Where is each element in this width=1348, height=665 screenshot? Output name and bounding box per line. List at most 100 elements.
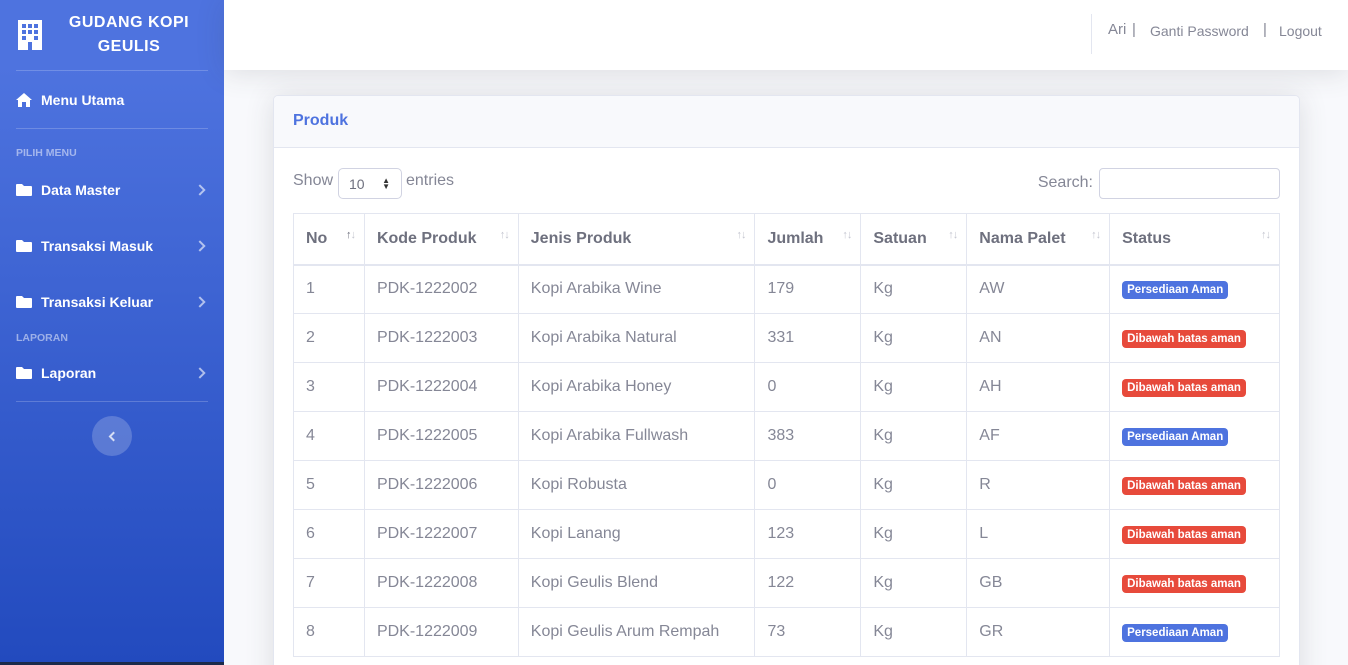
- cell-no: 5: [293, 460, 365, 510]
- cell-jumlah: 0: [754, 460, 862, 510]
- logout-link[interactable]: Logout: [1279, 23, 1322, 39]
- change-password-link[interactable]: Ganti Password: [1150, 23, 1249, 39]
- cell-palet: AW: [966, 264, 1111, 314]
- cell-satuan: Kg: [860, 362, 968, 412]
- cell-satuan: Kg: [860, 264, 968, 314]
- show-label: Show: [293, 172, 334, 189]
- cell-kode: PDK-1222009: [363, 607, 519, 657]
- entries-select[interactable]: 10 ▲ ▼: [338, 168, 402, 199]
- cell-palet: L: [966, 509, 1111, 559]
- column-header-status[interactable]: Status ↑↓: [1109, 213, 1280, 266]
- sidebar-item-label: Data Master: [41, 182, 121, 198]
- cell-jumlah: 122: [754, 558, 862, 608]
- cell-palet: AF: [966, 411, 1111, 461]
- cell-jumlah: 179: [754, 264, 862, 314]
- chevron-right-icon: [194, 296, 206, 308]
- cell-status: Persediaan Aman: [1109, 264, 1280, 314]
- cell-satuan: Kg: [860, 460, 968, 510]
- cell-status: Persediaan Aman: [1109, 607, 1280, 657]
- sidebar-heading-menu: PILIH MENU: [16, 147, 77, 159]
- status-badge: Dibawah batas aman: [1122, 476, 1246, 495]
- column-header-no[interactable]: No ↑↓: [293, 213, 365, 266]
- product-card: Produk Show 10 ▲ ▼ entries Search: No ↑↓ K…: [273, 95, 1300, 665]
- cell-jenis: Kopi Arabika Fullwash: [517, 411, 756, 461]
- cell-jenis: Kopi Robusta: [517, 460, 756, 510]
- cell-jenis: Kopi Arabika Honey: [517, 362, 756, 412]
- table-row: 6 PDK-1222007 Kopi Lanang 123 Kg L Dibawah bat…: [293, 509, 1280, 559]
- cell-status: Persediaan Aman: [1109, 411, 1280, 461]
- table-row: 7 PDK-1222008 Kopi Geulis Blend 122 Kg GB Diba…: [293, 558, 1280, 608]
- cell-jumlah: 0: [754, 362, 862, 412]
- cell-kode: PDK-1222008: [363, 558, 519, 608]
- chevron-right-icon: [194, 367, 206, 379]
- sort-icon: ↑↓: [1261, 229, 1271, 241]
- card-title: Produk: [274, 96, 1299, 148]
- status-badge: Dibawah batas aman: [1122, 378, 1246, 397]
- cell-jenis: Kopi Geulis Arum Rempah: [517, 607, 756, 657]
- topbar: Ari | Ganti Password | Logout: [224, 0, 1348, 70]
- folder-icon: [16, 366, 32, 380]
- cell-status: Dibawah batas aman: [1109, 460, 1280, 510]
- chevron-right-icon: [194, 240, 206, 252]
- cell-status: Dibawah batas aman: [1109, 509, 1280, 559]
- cell-satuan: Kg: [860, 411, 968, 461]
- sidebar-item-transaksi-masuk[interactable]: Transaksi Masuk: [0, 218, 224, 274]
- sort-icon: ↑↓: [736, 229, 746, 241]
- cell-kode: PDK-1222003: [363, 313, 519, 363]
- sidebar-item-label: Transaksi Masuk: [41, 238, 154, 254]
- status-badge: Dibawah batas aman: [1122, 525, 1246, 544]
- table-row: 5 PDK-1222006 Kopi Robusta 0 Kg R Dibawah bata…: [293, 460, 1280, 510]
- sidebar-heading-report: LAPORAN: [16, 332, 68, 344]
- cell-kode: PDK-1222007: [363, 509, 519, 559]
- home-icon: [16, 92, 32, 107]
- sidebar-item-menu-utama[interactable]: Menu Utama: [0, 71, 224, 128]
- sidebar-item-data-master[interactable]: Data Master: [0, 162, 224, 218]
- cell-jumlah: 73: [754, 607, 862, 657]
- cell-jenis: Kopi Arabika Wine: [517, 264, 756, 314]
- column-header-jumlah[interactable]: Jumlah ↑↓: [754, 213, 862, 266]
- sidebar-item-transaksi-keluar[interactable]: Transaksi Keluar: [0, 274, 224, 330]
- brand-name: GUDANG KOPI GEULIS: [44, 11, 224, 59]
- cell-no: 1: [293, 264, 365, 314]
- table-row: 3 PDK-1222004 Kopi Arabika Honey 0 Kg AH Dibaw…: [293, 362, 1280, 412]
- brand[interactable]: GUDANG KOPI GEULIS: [0, 0, 224, 70]
- sidebar-toggle-button[interactable]: [92, 416, 132, 456]
- cell-no: 2: [293, 313, 365, 363]
- column-header-jenis[interactable]: Jenis Produk ↑↓: [517, 213, 756, 266]
- product-table: No ↑↓ Kode Produk ↑↓ Jenis Produk ↑↓ Jumlah…: [293, 213, 1280, 657]
- cell-jumlah: 123: [754, 509, 862, 559]
- cell-palet: GB: [966, 558, 1111, 608]
- cell-no: 8: [293, 607, 365, 657]
- sidebar-item-laporan[interactable]: Laporan: [0, 345, 224, 401]
- sort-icon: ↑↓: [345, 229, 356, 241]
- sort-icon: ↑↓: [499, 229, 510, 241]
- search-input[interactable]: [1099, 168, 1280, 199]
- sidebar-item-label: Transaksi Keluar: [41, 294, 154, 310]
- folder-icon: [16, 183, 32, 197]
- folder-icon: [16, 295, 32, 309]
- table-controls: Show 10 ▲ ▼ entries Search:: [293, 168, 1280, 200]
- column-header-palet[interactable]: Nama Palet ↑↓: [966, 213, 1111, 266]
- sort-icon: ↑↓: [948, 229, 958, 241]
- sidebar-item-label: Laporan: [41, 365, 97, 381]
- user-name[interactable]: Ari: [1108, 21, 1126, 38]
- column-header-label: Kode Produk: [376, 229, 477, 247]
- table-row: 4 PDK-1222005 Kopi Arabika Fullwash 383 Kg AF…: [293, 411, 1280, 461]
- cell-no: 3: [293, 362, 365, 412]
- sidebar-item-label: Menu Utama: [41, 91, 125, 108]
- column-header-kode[interactable]: Kode Produk ↑↓: [363, 213, 519, 266]
- cell-palet: GR: [966, 607, 1111, 657]
- column-header-label: Satuan: [873, 229, 927, 247]
- table-row: 1 PDK-1222002 Kopi Arabika Wine 179 Kg AW Pers…: [293, 264, 1280, 314]
- cell-no: 6: [293, 509, 365, 559]
- building-icon: [16, 18, 44, 52]
- cell-no: 4: [293, 411, 365, 461]
- entries-label: entries: [406, 172, 455, 189]
- cell-no: 7: [293, 558, 365, 608]
- brand-line-2: GEULIS: [97, 38, 161, 55]
- status-badge: Persediaan Aman: [1122, 623, 1229, 642]
- cell-palet: AN: [966, 313, 1111, 363]
- column-header-satuan[interactable]: Satuan ↑↓: [860, 213, 968, 266]
- cell-jenis: Kopi Arabika Natural: [517, 313, 756, 363]
- select-arrows-icon: ▲ ▼: [382, 176, 390, 191]
